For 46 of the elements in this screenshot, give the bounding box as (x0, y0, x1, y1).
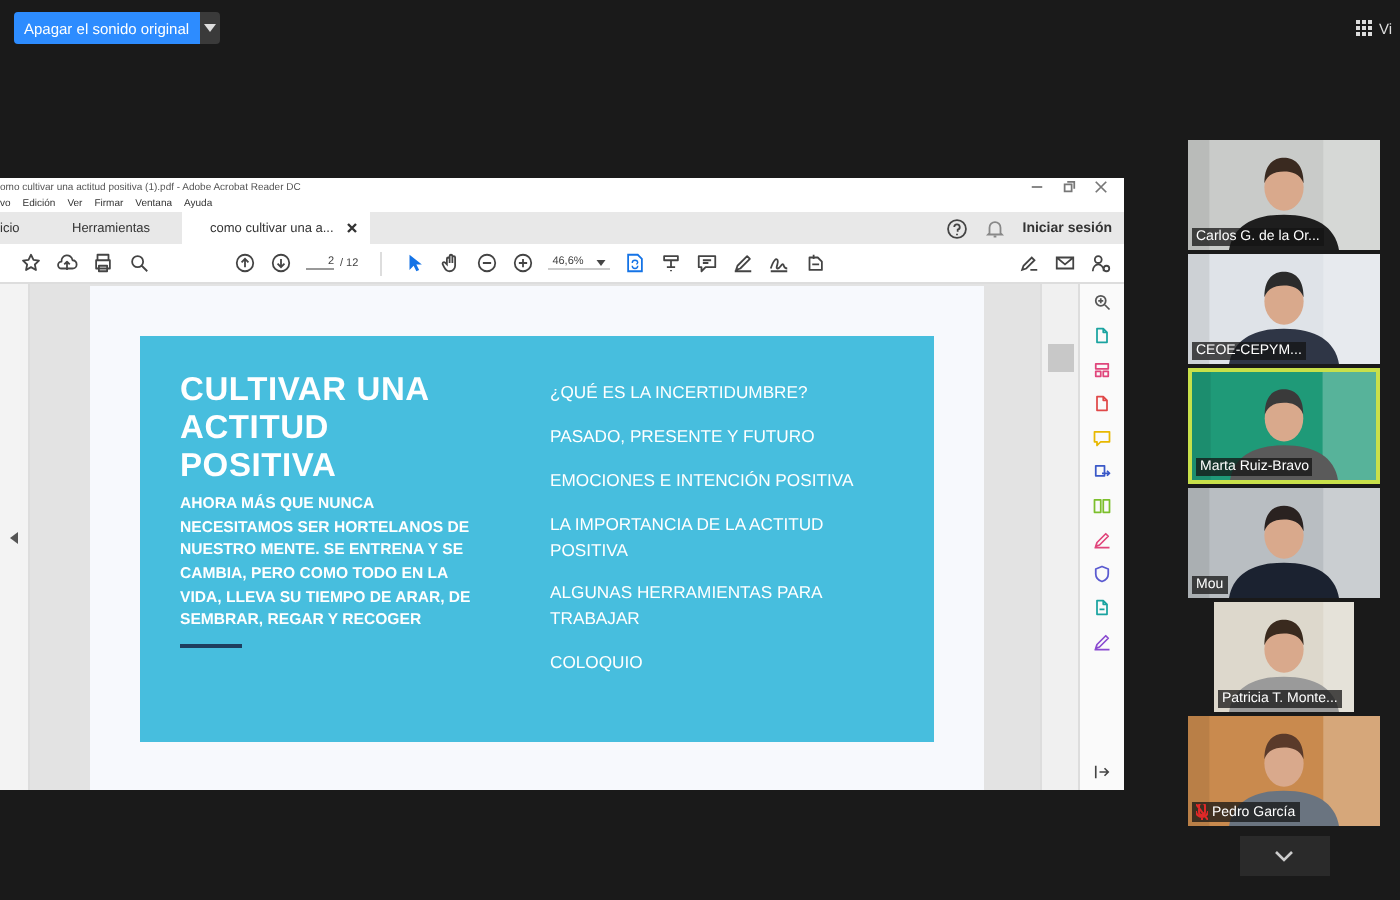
page-up-icon[interactable] (234, 252, 256, 274)
user-icon[interactable] (1090, 252, 1112, 274)
comment-icon[interactable] (695, 252, 718, 274)
topic-item: LA IMPORTANCIA DE LA ACTITUD POSITIVA (550, 511, 826, 563)
signature-icon[interactable] (767, 252, 790, 274)
grid-icon (1356, 20, 1373, 36)
page-down-icon[interactable] (270, 252, 292, 274)
restore-icon[interactable] (1062, 180, 1076, 194)
export-icon[interactable] (1092, 462, 1112, 482)
scrollbar[interactable] (1040, 284, 1078, 790)
cloud-upload-icon[interactable] (56, 252, 78, 274)
print-icon[interactable] (92, 252, 114, 274)
document-icon[interactable] (1092, 326, 1112, 346)
fill-sign-icon[interactable] (803, 252, 826, 274)
audio-menu-button[interactable] (199, 12, 220, 44)
pen-icon[interactable] (731, 252, 754, 274)
star-icon[interactable] (20, 252, 42, 274)
bell-icon[interactable] (984, 217, 1007, 239)
shield-icon[interactable] (1092, 564, 1112, 584)
caret-icon (203, 24, 216, 32)
zoom-in-icon[interactable] (512, 252, 535, 274)
mail-icon[interactable] (1054, 252, 1076, 274)
document-icon[interactable] (1092, 394, 1112, 414)
chevron-down-icon (1274, 850, 1294, 862)
collapse-panel-icon[interactable] (1092, 762, 1112, 782)
collapse-arrow-icon[interactable] (10, 531, 18, 543)
topic-item: ALGUNAS HERRAMIENTAS PARA TRABAJAR (550, 580, 825, 633)
sign-icon[interactable] (1018, 252, 1040, 274)
search-icon[interactable] (128, 252, 150, 274)
zoom-icon[interactable] (1092, 292, 1112, 312)
layout-icon[interactable] (1092, 360, 1112, 380)
caret-icon (595, 259, 606, 265)
zoom-out-icon[interactable] (476, 252, 499, 274)
document-icon[interactable] (1092, 598, 1112, 618)
close-icon[interactable] (345, 222, 358, 234)
pen-icon[interactable] (1092, 632, 1112, 652)
help-icon[interactable] (946, 217, 969, 239)
topic-item: EMOCIONES E INTENCIÓN POSITIVA (550, 467, 856, 494)
minimize-icon[interactable] (1030, 180, 1044, 194)
cursor-icon[interactable] (404, 252, 427, 274)
slide-title: CULTIVAR UNA ACTITUD POSITIVA (180, 372, 431, 486)
topic-item: PASADO, PRESENTE Y FUTURO (550, 423, 817, 450)
stamp-icon[interactable] (659, 252, 682, 274)
topic-item: COLOQUIO (550, 650, 645, 677)
topic-item: ¿QUÉ ES LA INCERTIDUMBRE? (550, 380, 810, 406)
convert-icon[interactable] (623, 252, 646, 274)
